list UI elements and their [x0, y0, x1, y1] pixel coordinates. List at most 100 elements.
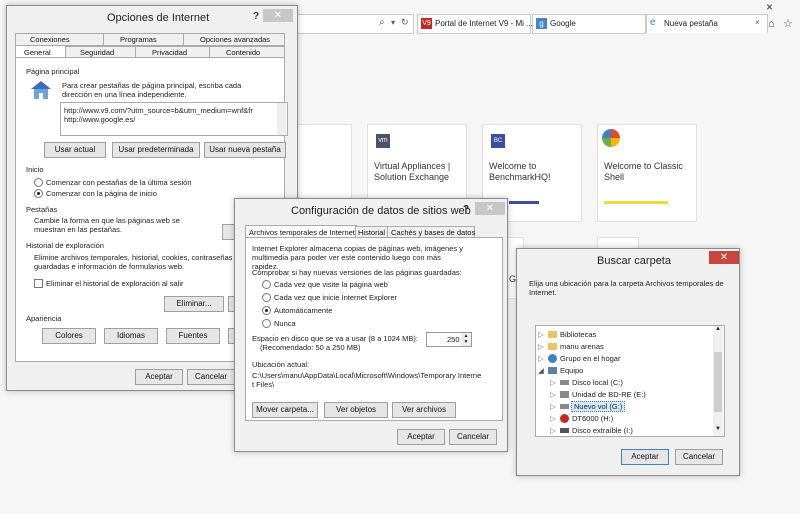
expand-icon[interactable]: ▷: [538, 330, 544, 339]
radio-pagina-inicio[interactable]: [34, 189, 43, 198]
expand-icon[interactable]: ▷: [550, 426, 556, 435]
cancelar-button[interactable]: Cancelar: [449, 429, 497, 445]
usar-predeterminada-button[interactable]: Usar predeterminada: [112, 142, 200, 158]
tab-label: Portal de Internet V9 - Mi ...: [435, 19, 533, 28]
fuentes-button[interactable]: Fuentes: [166, 328, 220, 344]
expand-icon[interactable]: ▷: [538, 354, 544, 363]
dropdown-icon[interactable]: ▾: [391, 18, 395, 27]
window-title: Configuración de datos de sitios web: [291, 205, 471, 217]
cancelar-button[interactable]: Cancelar: [675, 449, 723, 465]
scroll-down-icon[interactable]: ▼: [715, 426, 721, 432]
folder-tree[interactable]: ▲ ▼ ▷ Bibliotecas ▷ manu arenas ▷ Grupo …: [535, 325, 725, 437]
refresh-icon[interactable]: ↻: [401, 17, 409, 28]
drive-icon: [560, 404, 569, 409]
eliminar-al-salir-checkbox[interactable]: [34, 279, 43, 288]
section-pagina-principal: Página principal: [26, 67, 80, 76]
tile-accent-bar: [604, 201, 668, 204]
tile-classic-shell[interactable]: Welcome to Classic Shell: [597, 124, 697, 222]
colores-button[interactable]: Colores: [42, 328, 96, 344]
search-icon[interactable]: ⌕: [379, 17, 385, 28]
usb-icon: [560, 414, 569, 423]
tab-nueva-pestana[interactable]: e Nueva pestaña ×: [646, 14, 768, 33]
cancelar-button[interactable]: Cancelar: [187, 369, 235, 385]
idiomas-button[interactable]: Idiomas: [104, 328, 158, 344]
textarea-scrollbar[interactable]: [277, 103, 286, 135]
close-button[interactable]: ✕: [709, 251, 739, 264]
tile-label: Welcome to BenchmarkHQ!: [489, 161, 551, 182]
folder-icon: [548, 331, 557, 338]
tree-item-manu[interactable]: ▷ manu arenas: [536, 341, 712, 352]
window-title: Opciones de Internet: [107, 12, 210, 24]
tree-item-bibliotecas[interactable]: ▷ Bibliotecas: [536, 329, 712, 340]
close-button[interactable]: ✕: [475, 202, 505, 215]
expand-icon[interactable]: ▷: [550, 390, 556, 399]
eliminar-button[interactable]: Eliminar...: [164, 296, 224, 312]
section-inicio: Inicio: [26, 165, 44, 174]
stepper-arrows-icon[interactable]: ▲ ▼: [461, 333, 471, 346]
radio-nunca[interactable]: [262, 319, 271, 328]
portal-icon: V9: [421, 18, 432, 29]
historial-desc: Elimine archivos temporales, historial, …: [34, 253, 233, 271]
tree-item-nuevo-vol[interactable]: ▷ Nuevo vol (G:): [536, 401, 712, 412]
mover-carpeta-button[interactable]: Mover carpeta...: [252, 402, 318, 418]
selected-label: Nuevo vol (G:): [571, 401, 626, 412]
tree-item-bdre[interactable]: ▷ Unidad de BD-RE (E:): [536, 389, 712, 400]
user-icon: [548, 343, 557, 350]
benchmark-icon: BC: [491, 134, 505, 148]
drive-icon: [560, 380, 569, 385]
scroll-thumb[interactable]: [714, 352, 722, 412]
radio-cada-inicio[interactable]: [262, 293, 271, 302]
home-icon[interactable]: ⌂: [768, 18, 775, 30]
radio-automaticamente[interactable]: [262, 306, 271, 315]
ver-objetos-button[interactable]: Ver objetos: [324, 402, 388, 418]
expand-icon[interactable]: ▷: [550, 402, 556, 411]
favorites-icon[interactable]: ☆: [783, 17, 793, 30]
aceptar-button[interactable]: Aceptar: [135, 369, 183, 385]
tab-opciones-avanzadas[interactable]: Opciones avanzadas: [183, 33, 285, 46]
classic-shell-icon: [602, 129, 620, 147]
section-apariencia: Apariencia: [26, 314, 62, 323]
tab-label: Nueva pestaña: [664, 19, 718, 28]
archivos-panel: Internet Explorer almacena copias de pág…: [245, 237, 503, 421]
aceptar-button[interactable]: Aceptar: [621, 449, 669, 465]
buscar-desc: Elija una ubicación para la carpeta Arch…: [529, 279, 724, 297]
collapse-icon[interactable]: ◢: [538, 366, 544, 375]
radio-cada-visita[interactable]: [262, 280, 271, 289]
section-pestanas: Pestañas: [26, 205, 58, 214]
tree-item-dt6000[interactable]: ▷ DT6000 (H:): [536, 413, 712, 424]
window-close-icon[interactable]: ×: [766, 0, 773, 14]
tree-scrollbar[interactable]: ▲ ▼: [713, 326, 723, 436]
drive-icon: [560, 428, 569, 433]
aceptar-button[interactable]: Aceptar: [397, 429, 445, 445]
expand-icon[interactable]: ▷: [550, 414, 556, 423]
google-icon: g: [536, 18, 547, 29]
scroll-up-icon[interactable]: ▲: [715, 326, 721, 332]
tab-programas[interactable]: Programas: [103, 33, 185, 46]
tile-accent-bar: [509, 201, 539, 204]
tree-item-equipo[interactable]: ◢ Equipo: [536, 365, 712, 376]
buscar-carpeta-window: Buscar carpeta ✕ Elija una ubicación par…: [516, 248, 740, 476]
usar-actual-button[interactable]: Usar actual: [44, 142, 106, 158]
close-tab-icon[interactable]: ×: [755, 18, 760, 27]
house-icon: [30, 80, 52, 100]
tree-item-disco-c[interactable]: ▷ Disco local (C:): [536, 377, 712, 388]
expand-icon[interactable]: ▷: [538, 342, 544, 351]
help-button[interactable]: ?: [463, 204, 469, 215]
window-title: Buscar carpeta: [597, 255, 671, 267]
expand-icon[interactable]: ▷: [550, 378, 556, 387]
help-button[interactable]: ?: [253, 11, 259, 22]
espacio-stepper[interactable]: 250 ▲ ▼: [426, 332, 472, 347]
tab-google[interactable]: g Google: [532, 14, 646, 34]
config-window: Configuración de datos de sitios web ? ✕…: [234, 198, 508, 452]
radio-ultima-sesion[interactable]: [34, 178, 43, 187]
tree-item-grupo[interactable]: ▷ Grupo en el hogar: [536, 353, 712, 364]
pagina-principal-desc: Para crear pestañas de página principal,…: [62, 81, 242, 99]
ie-icon: e: [650, 17, 656, 28]
usar-nueva-pestana-button[interactable]: Usar nueva pestaña: [204, 142, 286, 158]
tab-portal[interactable]: V9 Portal de Internet V9 - Mi ...: [417, 14, 533, 34]
tree-item-extraible[interactable]: ▷ Disco extraíble (I:): [536, 425, 712, 436]
tile-label: Virtual Appliances | Solution Exchange: [374, 161, 451, 182]
close-button[interactable]: ✕: [263, 9, 293, 22]
home-urls-textarea[interactable]: http://www.v9.com/?utm_source=b&utm_medi…: [60, 102, 288, 136]
ver-archivos-button[interactable]: Ver archivos: [392, 402, 456, 418]
